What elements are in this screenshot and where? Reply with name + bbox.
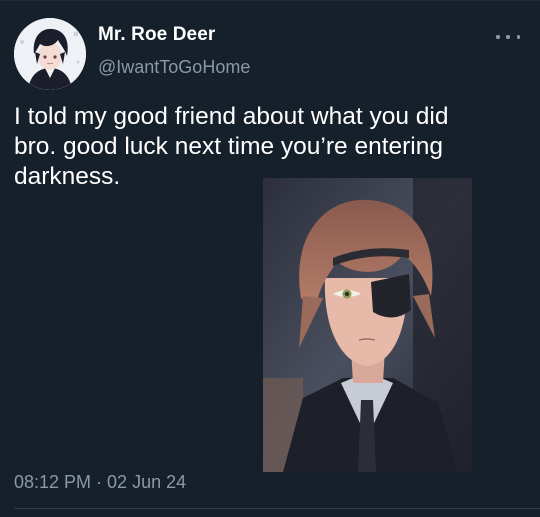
avatar[interactable] [14,18,86,90]
more-dot [516,35,520,39]
divider-bottom [14,508,540,509]
avatar-illustration [14,18,86,90]
tweet-timestamp[interactable]: 08:12 PM · 02 Jun 24 [14,472,186,493]
anime-character-illustration [263,178,472,472]
tweet-card[interactable]: Mr. Roe Deer @IwantToGoHome I told my go… [0,0,540,517]
more-dot [496,35,500,39]
attached-image[interactable] [263,178,472,472]
divider-top [0,0,540,1]
more-horizontal-icon[interactable] [496,30,520,44]
more-dot [506,35,510,39]
author-name[interactable]: Mr. Roe Deer [98,24,215,46]
author-handle[interactable]: @IwantToGoHome [98,57,250,78]
